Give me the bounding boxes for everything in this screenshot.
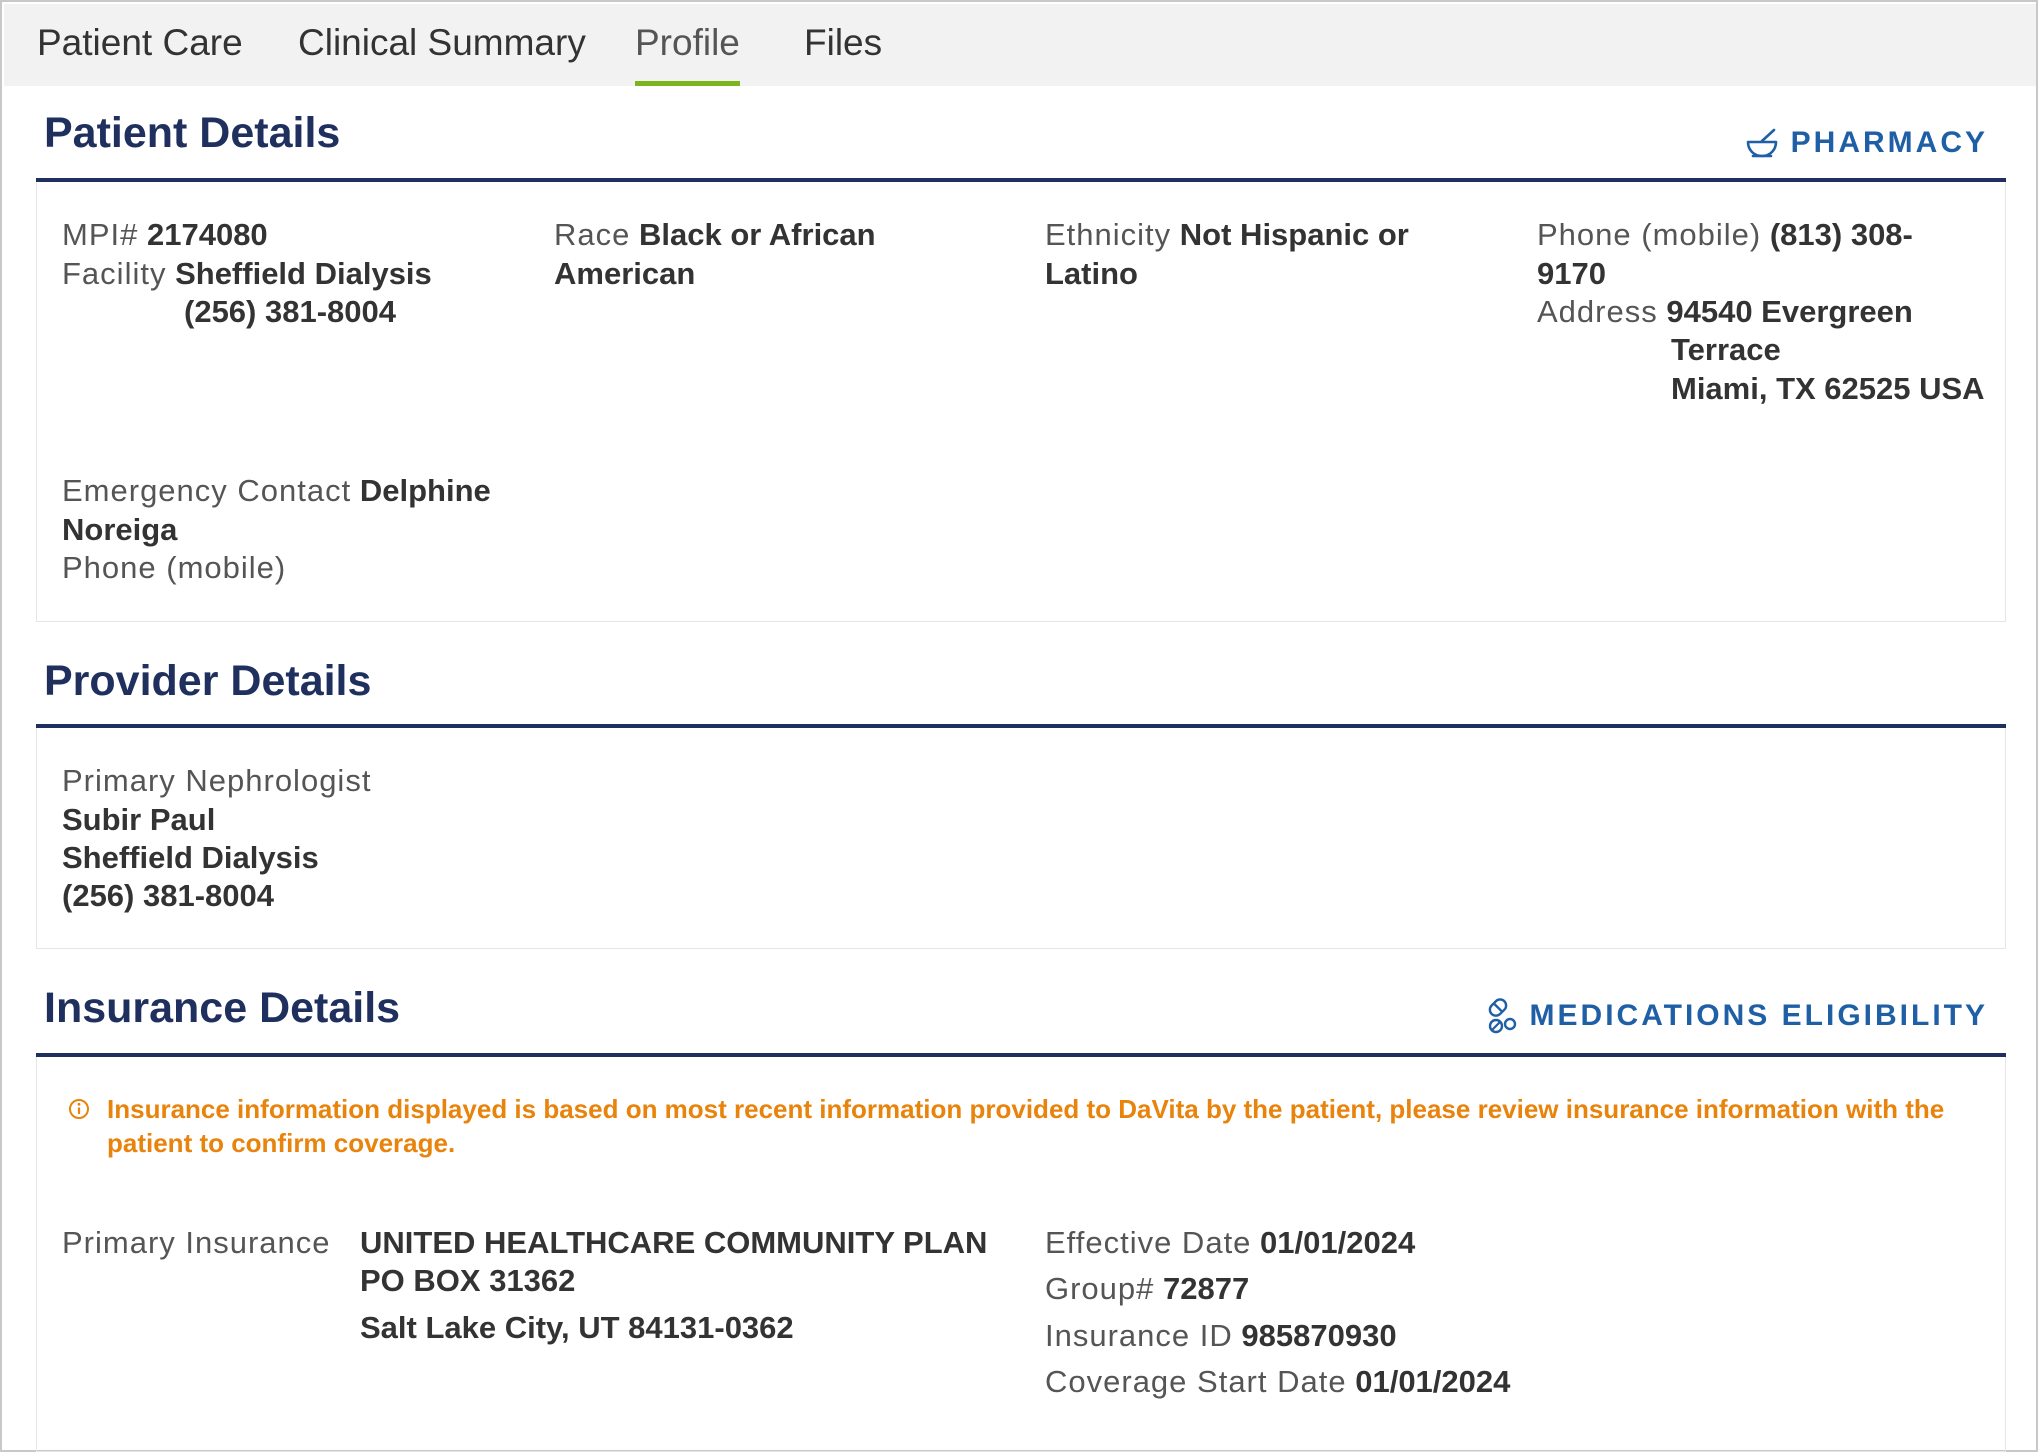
tab-clinical-summary[interactable]: Clinical Summary: [298, 4, 586, 86]
address-line-2: Terrace: [1671, 332, 1781, 367]
plan-address-line-2: Salt Lake City, UT 84131-0362: [360, 1310, 794, 1345]
ethnicity-value-cont: Latino: [1045, 256, 1138, 291]
address-line-1: 94540 Evergreen: [1666, 294, 1913, 329]
emergency-phone-label: Phone (mobile): [62, 550, 287, 585]
pharmacy-link[interactable]: PHARMACY: [1745, 126, 1988, 160]
address-label: Address: [1537, 294, 1658, 329]
ethnicity-row: Ethnicity Not Hispanic or: [1045, 216, 1409, 254]
nephrologist-label: Primary Nephrologist: [62, 763, 372, 798]
emergency-contact-name: Delphine: [359, 473, 491, 508]
effective-date-row: Effective Date 01/01/2024: [1045, 1224, 1415, 1262]
patient-details-header: Patient Details PHARMACY: [36, 109, 2006, 182]
mortar-pestle-icon: [1746, 128, 1777, 158]
facility-phone: (256) 381-8004: [184, 294, 396, 329]
mpi-value: 2174080: [146, 217, 268, 252]
tab-files[interactable]: Files: [804, 4, 882, 86]
medications-eligibility-label: MEDICATIONS ELIGIBILITY: [1529, 999, 1988, 1032]
provider-details-header: Provider Details: [36, 657, 2006, 728]
race-label: Race: [554, 217, 631, 252]
address-row: Address 94540 Evergreen: [1537, 293, 1913, 331]
coverage-start-value: 01/01/2024: [1355, 1364, 1511, 1399]
phone-row: Phone (mobile) (813) 308-: [1537, 216, 1913, 254]
tab-bar: Patient Care Clinical Summary Profile Fi…: [4, 4, 2036, 86]
nephrologist-facility: Sheffield Dialysis: [62, 840, 319, 875]
coverage-start-row: Coverage Start Date 01/01/2024: [1045, 1363, 1510, 1401]
ethnicity-value: Not Hispanic or: [1179, 217, 1409, 252]
pharmacy-label: PHARMACY: [1790, 126, 1988, 159]
phone-value-cont: 9170: [1537, 256, 1606, 291]
insurance-id-label: Insurance ID: [1045, 1318, 1233, 1353]
race-row: Race Black or African: [554, 216, 876, 254]
nephrologist-name: Subir Paul: [62, 802, 216, 837]
profile-window: Patient Care Clinical Summary Profile Fi…: [0, 0, 2038, 1452]
patient-details-title: Patient Details: [44, 109, 341, 157]
plan-name: UNITED HEALTHCARE COMMUNITY PLAN: [360, 1225, 988, 1260]
phone-value: (813) 308-: [1769, 217, 1913, 252]
emergency-contact-row: Emergency Contact Delphine: [62, 472, 491, 510]
nephrologist-phone: (256) 381-8004: [62, 878, 274, 913]
insurance-id-row: Insurance ID 985870930: [1045, 1317, 1397, 1355]
race-value: Black or African: [639, 217, 876, 252]
facility-row: Facility Sheffield Dialysis: [62, 255, 432, 293]
group-row: Group# 72877: [1045, 1270, 1249, 1308]
phone-label: Phone (mobile): [1537, 217, 1762, 252]
insurance-id-value: 985870930: [1241, 1318, 1397, 1353]
tab-patient-care[interactable]: Patient Care: [37, 4, 243, 86]
plan-address-line-1: PO BOX 31362: [360, 1263, 576, 1298]
mpi-row: MPI# 2174080: [62, 216, 268, 254]
race-value-cont: American: [554, 256, 696, 291]
facility-name: Sheffield Dialysis: [175, 256, 432, 291]
coverage-start-label: Coverage Start Date: [1045, 1364, 1347, 1399]
info-circle-icon: [69, 1099, 89, 1119]
insurance-details-title: Insurance Details: [44, 984, 401, 1032]
ethnicity-label: Ethnicity: [1045, 217, 1172, 252]
address-line-3: Miami, TX 62525 USA: [1671, 371, 1985, 406]
insurance-alert-text: Insurance information displayed is based…: [107, 1094, 1945, 1158]
group-label: Group#: [1045, 1271, 1155, 1306]
emergency-contact-name-cont: Noreiga: [62, 512, 178, 547]
medications-eligibility-link[interactable]: MEDICATIONS ELIGIBILITY: [1484, 997, 1988, 1035]
effective-date-label: Effective Date: [1045, 1225, 1252, 1260]
emergency-contact-label: Emergency Contact: [62, 473, 352, 508]
facility-label: Facility: [62, 256, 167, 291]
provider-details-title: Provider Details: [44, 657, 372, 705]
mpi-label: MPI#: [62, 217, 139, 252]
effective-date-value: 01/01/2024: [1260, 1225, 1416, 1260]
pills-icon: [1488, 998, 1516, 1034]
tab-profile[interactable]: Profile: [635, 4, 740, 86]
primary-insurance-label: Primary Insurance: [62, 1225, 331, 1260]
group-value: 72877: [1163, 1271, 1250, 1306]
insurance-details-header: Insurance Details MEDICATIONS ELIGIBILIT…: [36, 984, 2006, 1057]
